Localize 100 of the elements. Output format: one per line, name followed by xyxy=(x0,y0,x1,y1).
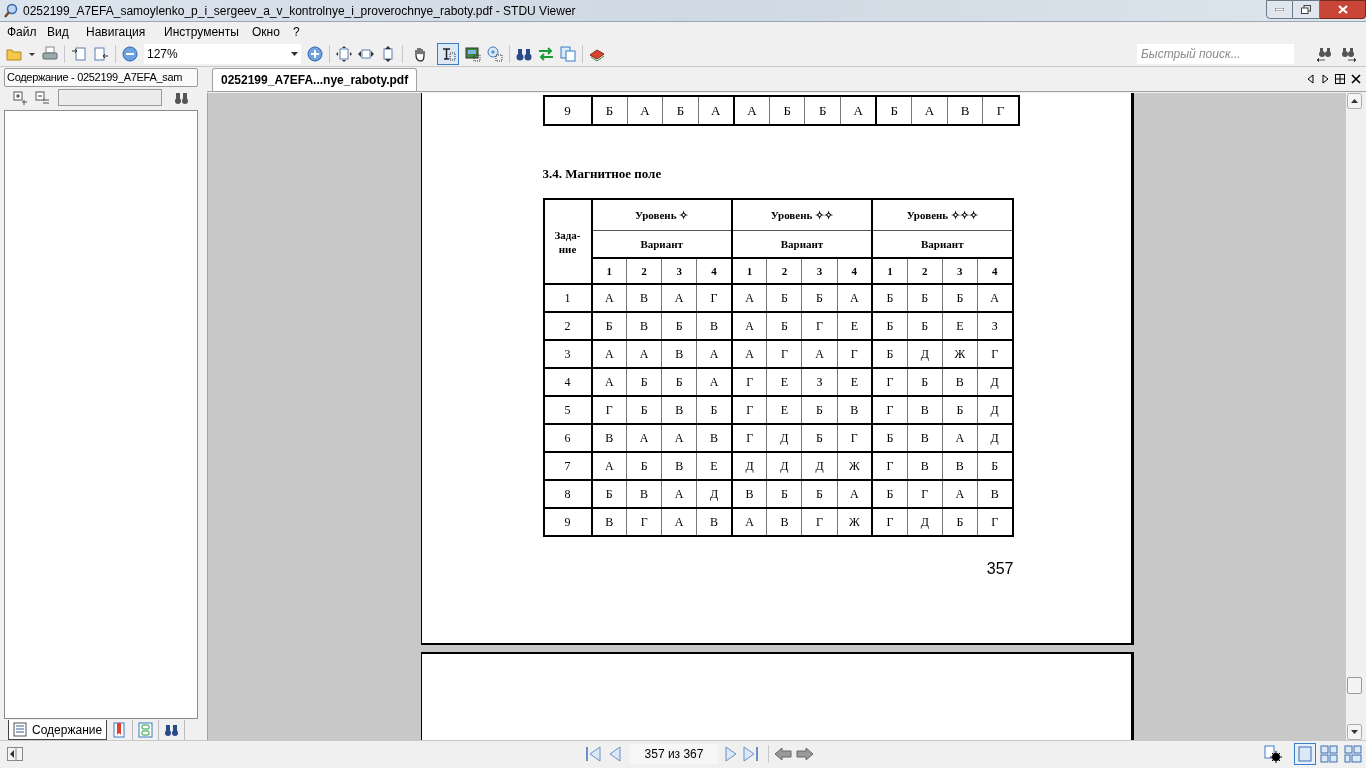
table-cell: А xyxy=(698,96,734,125)
first-page-icon[interactable] xyxy=(586,746,602,762)
table-cell: В xyxy=(661,452,697,480)
zoom-area-icon[interactable] xyxy=(487,46,503,62)
close-tab-icon[interactable] xyxy=(1351,74,1361,84)
table-cell: В xyxy=(661,340,697,368)
table-cell: Г xyxy=(872,368,908,396)
scroll-down-icon[interactable] xyxy=(1347,724,1362,740)
table-cell: В xyxy=(626,480,662,508)
printer-icon[interactable] xyxy=(42,46,58,62)
next-page-icon[interactable] xyxy=(724,746,738,762)
find-previous-icon[interactable] xyxy=(1316,46,1334,62)
table-cell: Е xyxy=(766,396,802,424)
binoculars-icon xyxy=(164,722,180,738)
find-next-icon[interactable] xyxy=(1340,46,1358,62)
table-cell: Б xyxy=(942,396,978,424)
table-cell: Д xyxy=(766,452,802,480)
menu-item[interactable]: Окно xyxy=(252,23,280,41)
menu-item[interactable]: Инструменты xyxy=(164,23,239,41)
table-cell: В xyxy=(696,508,732,536)
copy-pages-icon[interactable] xyxy=(560,46,576,62)
menu-item[interactable]: Файл xyxy=(7,23,37,41)
table-cell: З xyxy=(801,368,838,396)
table-cell: Б xyxy=(907,368,943,396)
table-cell: 9 xyxy=(543,508,592,536)
scroll-up-icon[interactable] xyxy=(1347,93,1362,109)
fit-width-icon[interactable] xyxy=(358,46,374,62)
fit-page-icon[interactable] xyxy=(336,46,352,62)
zoom-out-icon[interactable] xyxy=(122,46,138,62)
forward-arrow-icon[interactable] xyxy=(796,747,814,761)
page-brightness-icon[interactable] xyxy=(1264,745,1282,763)
previous-tab-icon[interactable] xyxy=(1307,74,1315,84)
table-cell: З xyxy=(977,312,1013,340)
scrollbar-thumb[interactable] xyxy=(1347,677,1362,694)
table-cell: Г xyxy=(907,480,943,508)
tool-button[interactable] xyxy=(437,43,459,65)
table-cell: А xyxy=(977,284,1013,312)
table-cell: Д xyxy=(801,452,838,480)
table-header-cell: 4 xyxy=(977,258,1013,284)
table-cell: Б xyxy=(661,312,697,340)
table-cell: А xyxy=(696,368,732,396)
sidebar-tab[interactable]: Содержание xyxy=(8,720,108,740)
table-cell: Д xyxy=(907,508,943,536)
table-cell: А xyxy=(661,424,697,452)
table-cell: Б xyxy=(801,480,838,508)
table-cell: 6 xyxy=(543,424,592,452)
collapse-tree-icon[interactable] xyxy=(34,89,50,106)
image-select-icon[interactable] xyxy=(465,46,481,62)
table-header-cell: 2 xyxy=(626,258,662,284)
fit-height-icon[interactable] xyxy=(380,46,396,62)
table-cell: А xyxy=(837,480,873,508)
table-header-cell: Уровень ✧✧✧ xyxy=(872,199,1013,230)
table-cell: 7 xyxy=(543,452,592,480)
table-cell: Б xyxy=(662,96,699,125)
menu-item[interactable]: Вид xyxy=(47,23,69,41)
view-mode-button[interactable] xyxy=(1318,743,1340,765)
vertical-scrollbar[interactable] xyxy=(1346,93,1363,740)
zoom-in-icon[interactable] xyxy=(307,46,323,62)
table-cell: Г xyxy=(837,424,873,452)
page-indicator: 357 из 367 xyxy=(630,744,718,764)
table-cell: Б xyxy=(626,452,662,480)
table-cell: Б xyxy=(801,284,838,312)
table-header-cell: Вариант xyxy=(731,230,873,258)
swap-arrows-icon[interactable] xyxy=(538,46,554,62)
close-button[interactable] xyxy=(1320,0,1366,19)
table-cell: В xyxy=(907,424,943,452)
table-cell: Б xyxy=(804,96,841,125)
tab-list-icon[interactable] xyxy=(1335,74,1345,84)
page-arrow-icon[interactable] xyxy=(93,46,109,62)
view-mode-button[interactable] xyxy=(1294,743,1316,765)
document-tab[interactable]: 0252199_A7EFA...nye_raboty.pdf xyxy=(212,68,418,91)
table-cell: Б xyxy=(872,480,908,508)
table-cell: Г xyxy=(801,508,838,536)
back-arrow-icon[interactable] xyxy=(774,747,792,761)
expand-tree-icon[interactable] xyxy=(12,89,28,106)
page-arrow-icon[interactable] xyxy=(71,46,87,62)
panel-toggle-icon[interactable] xyxy=(7,747,23,761)
table-cell: Г xyxy=(731,424,767,452)
table-cell: В xyxy=(907,396,943,424)
binoculars-icon[interactable] xyxy=(516,46,532,62)
restore-button[interactable] xyxy=(1293,0,1320,19)
table-cell: Б xyxy=(907,284,943,312)
next-tab-icon[interactable] xyxy=(1321,74,1329,84)
restore-icon xyxy=(1301,5,1311,14)
table-cell: А xyxy=(942,480,978,508)
single-page-icon xyxy=(1296,745,1314,763)
last-page-icon[interactable] xyxy=(742,746,758,762)
table-cell: В xyxy=(731,480,767,508)
table-cell: В xyxy=(626,284,662,312)
table-cell: Е xyxy=(942,312,978,340)
table-cell: А xyxy=(801,340,838,368)
table-cell: Г xyxy=(872,508,908,536)
table-cell: А xyxy=(591,452,627,480)
menu-item[interactable]: Навигация xyxy=(86,23,146,41)
menu-item[interactable]: ? xyxy=(293,23,300,41)
quick-search-field[interactable]: Быстрый поиск... xyxy=(1137,44,1294,64)
previous-page-icon[interactable] xyxy=(608,746,622,762)
zoom-combobox[interactable]: 127% xyxy=(144,44,301,64)
table-cell: 2 xyxy=(543,312,592,340)
sidebar-search-field[interactable] xyxy=(58,89,162,107)
